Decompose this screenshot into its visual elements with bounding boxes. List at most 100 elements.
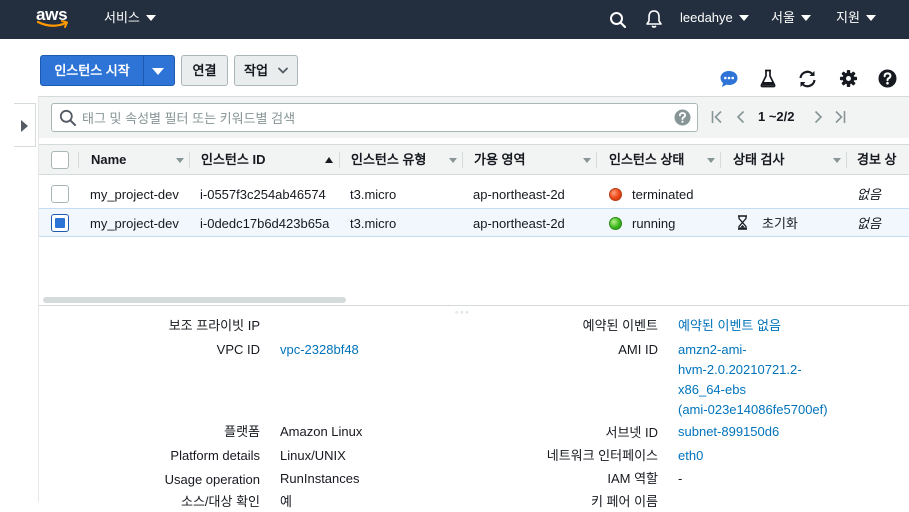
table-header: Name 인스턴스 ID 인스턴스 유형 가용 영역 인스턴스 상태 상태 검사… — [39, 144, 909, 175]
detail-label-ami-id: AMI ID — [618, 342, 658, 357]
drag-handle-icon[interactable]: ◦◦◦ — [455, 308, 471, 317]
ami-id-link-line[interactable]: hvm-2.0.20210721.2- — [678, 360, 802, 380]
search-input[interactable] — [82, 109, 662, 127]
search-icon[interactable] — [609, 11, 627, 32]
column-header-instance-type[interactable]: 인스턴스 유형 — [351, 145, 426, 175]
sort-caret-icon[interactable] — [583, 158, 591, 163]
availability-zone: ap-northeast-2d — [473, 216, 565, 231]
alarm-status: 없음 — [857, 187, 881, 202]
column-separator — [339, 152, 340, 168]
instance-type: t3.micro — [350, 216, 397, 231]
actions-button-label: 작업 — [244, 63, 268, 78]
top-navigation-bar: aws 서비스 leedahye 서울 지원 — [0, 0, 909, 39]
connect-button[interactable]: 연결 — [181, 55, 228, 86]
table-row[interactable]: my_project-dev i-0557f3c254ab46574 t3.mi… — [39, 180, 909, 209]
column-separator — [596, 152, 597, 168]
detail-value-platform: Amazon Linux — [280, 424, 363, 439]
help-icon[interactable] — [674, 109, 691, 126]
chevron-down-icon — [800, 14, 811, 21]
status-dot-icon — [609, 188, 622, 201]
actions-button[interactable]: 작업 — [234, 55, 298, 86]
filter-bar: 1 ~2/2 — [39, 96, 909, 138]
detail-label-secondary-private-ip: 보조 프라이빗 IP — [168, 318, 260, 333]
first-page-button[interactable] — [711, 110, 723, 127]
chevron-down-icon — [278, 67, 288, 74]
column-header-availability-zone[interactable]: 가용 영역 — [474, 145, 525, 175]
detail-label-iam-role: IAM 역할 — [607, 471, 658, 486]
row-checkbox[interactable] — [51, 214, 69, 232]
column-separator — [78, 152, 79, 168]
column-header-status-check[interactable]: 상태 검사 — [733, 145, 784, 175]
ami-id-link-line[interactable]: amzn2-ami- — [678, 340, 747, 360]
subnet-id-link[interactable]: subnet-899150d6 — [678, 422, 779, 442]
refresh-icon[interactable] — [797, 69, 818, 92]
detail-label-key-pair-name: 키 페어 이름 — [590, 494, 658, 509]
detail-value-usage-operation: RunInstances — [280, 471, 360, 486]
sidebar-expand-toggle[interactable] — [14, 103, 36, 147]
detail-value-iam-role: - — [678, 471, 683, 486]
prev-page-button[interactable] — [736, 110, 745, 127]
bell-icon[interactable] — [645, 9, 663, 32]
sort-caret-icon[interactable] — [707, 158, 715, 163]
column-header-instance-state[interactable]: 인스턴스 상태 — [609, 145, 684, 175]
alarm-status: 없음 — [857, 216, 881, 231]
search-box — [51, 103, 698, 132]
network-interface-link[interactable]: eth0 — [678, 446, 703, 466]
support-menu[interactable]: 지원 — [836, 0, 876, 39]
region-menu[interactable]: 서울 — [771, 0, 811, 39]
sort-caret-icon[interactable] — [449, 158, 457, 163]
ami-id-link-line[interactable]: (ami-023e14086fe5700ef) — [678, 400, 828, 420]
detail-value-platform-details: Linux/UNIX — [280, 448, 346, 463]
chevron-down-icon — [145, 14, 156, 21]
help-icon[interactable] — [878, 69, 897, 91]
status-check: 초기화 — [762, 216, 798, 231]
next-page-button[interactable] — [814, 110, 823, 127]
region-menu-label: 서울 — [771, 10, 795, 25]
column-separator — [720, 152, 721, 168]
instance-state: terminated — [632, 187, 694, 202]
instance-name: my_project-dev — [90, 216, 179, 231]
detail-label-vpc-id: VPC ID — [216, 342, 260, 357]
status-dot-icon — [609, 217, 622, 230]
vpc-id-link[interactable]: vpc-2328bf48 — [280, 340, 359, 360]
table-row[interactable]: my_project-dev i-0dedc17b6d423b65a t3.mi… — [39, 208, 909, 237]
detail-label-platform: 플랫폼 — [224, 424, 260, 439]
aws-smile-icon — [36, 20, 68, 28]
instance-name: my_project-dev — [90, 187, 179, 202]
horizontal-scrollbar[interactable] — [43, 297, 346, 303]
button-divider — [143, 56, 144, 85]
scheduled-events-link[interactable]: 예약된 이벤트 없음 — [678, 316, 781, 336]
chat-bubble-icon[interactable] — [719, 69, 739, 92]
instance-type: t3.micro — [350, 187, 397, 202]
search-icon — [59, 109, 76, 126]
detail-value-source-dest-check: 예 — [280, 494, 292, 509]
gear-icon[interactable] — [839, 69, 858, 91]
column-header-name[interactable]: Name — [91, 145, 126, 175]
flask-icon[interactable] — [760, 69, 776, 91]
launch-instance-label: 인스턴스 시작 — [54, 63, 130, 78]
aws-logo[interactable]: aws — [36, 6, 70, 32]
instance-id: i-0557f3c254ab46574 — [200, 187, 326, 202]
last-page-button[interactable] — [834, 110, 846, 127]
column-header-instance-id[interactable]: 인스턴스 ID — [201, 145, 265, 175]
availability-zone: ap-northeast-2d — [473, 187, 565, 202]
support-menu-label: 지원 — [836, 10, 860, 25]
connect-button-label: 연결 — [192, 63, 217, 78]
user-menu[interactable]: leedahye — [680, 0, 749, 39]
panel-divider[interactable] — [39, 305, 909, 306]
sort-caret-icon[interactable] — [833, 158, 841, 163]
column-separator — [462, 152, 463, 168]
chevron-down-icon[interactable] — [152, 68, 164, 75]
launch-instance-button[interactable]: 인스턴스 시작 — [40, 55, 175, 86]
instance-state: running — [632, 216, 676, 231]
detail-label-platform-details: Platform details — [170, 448, 260, 463]
column-header-alarm-status[interactable]: 경보 상 — [857, 145, 897, 175]
ami-id-link-line[interactable]: x86_64-ebs — [678, 380, 746, 400]
row-checkbox[interactable] — [51, 185, 69, 203]
chevron-down-icon — [738, 14, 749, 21]
sort-caret-icon[interactable] — [176, 158, 184, 163]
instance-id: i-0dedc17b6d423b65a — [200, 216, 330, 231]
sort-ascending-icon[interactable] — [325, 157, 333, 163]
select-all-checkbox[interactable] — [51, 151, 69, 169]
services-menu[interactable]: 서비스 — [104, 0, 156, 39]
